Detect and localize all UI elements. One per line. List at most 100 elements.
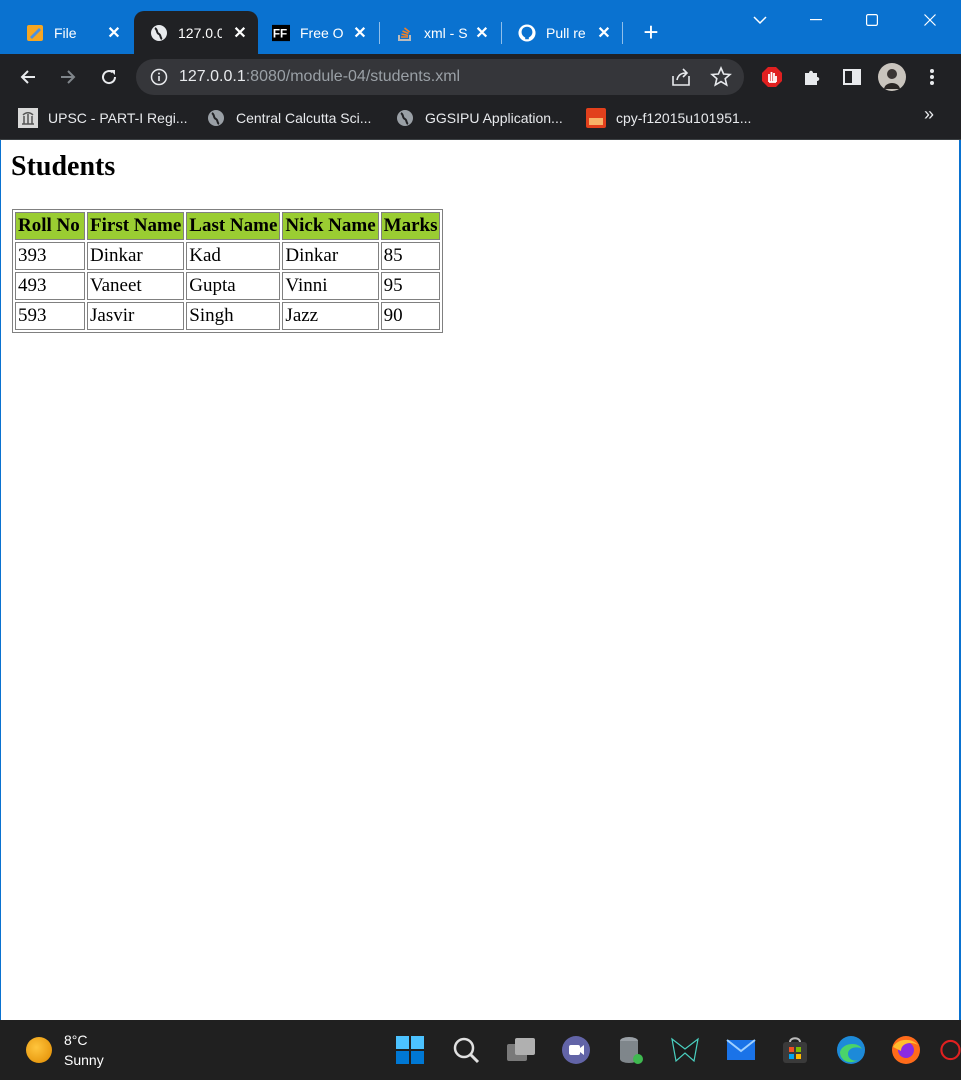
column-header-first-name: First Name	[87, 212, 185, 240]
table-row: 593 Jasvir Singh Jazz 90	[15, 302, 441, 330]
bookmarks-bar: UPSC - PART-I Regi... Central Calcutta S…	[0, 100, 961, 140]
bookmarks-overflow-chevron-icon[interactable]: »	[924, 104, 934, 125]
cell-nick-name: Dinkar	[282, 242, 379, 270]
cell-nick-name: Vinni	[282, 272, 379, 300]
ff-logo-icon: FF	[272, 24, 290, 42]
edge-icon[interactable]	[834, 1033, 868, 1067]
weather-condition: Sunny	[64, 1052, 104, 1068]
column-header-marks: Marks	[380, 212, 441, 240]
tab-file[interactable]: File ✕	[10, 11, 132, 54]
tab-active-localhost[interactable]: 127.0.0.1 ✕	[134, 11, 258, 54]
cell-last-name: Singh	[186, 302, 281, 330]
cell-last-name: Gupta	[186, 272, 281, 300]
stackoverflow-icon	[396, 24, 414, 42]
url-text[interactable]: 127.0.0.1:8080/module-04/students.xml	[179, 68, 460, 86]
firefox-icon[interactable]	[889, 1033, 923, 1067]
bookmark-label: GGSIPU Application...	[425, 110, 563, 126]
cell-nick-name: Jazz	[282, 302, 379, 330]
bookmark-label: cpy-f12015u101951...	[616, 110, 752, 126]
table-row: 393 Dinkar Kad Dinkar 85	[15, 242, 441, 270]
new-tab-button[interactable]: +	[638, 19, 664, 46]
svg-text:FF: FF	[273, 27, 287, 40]
page-content: Students Roll No First Name Last Name Ni…	[1, 140, 959, 1020]
close-icon[interactable]: ✕	[472, 23, 492, 43]
cell-roll-no: 593	[15, 302, 85, 330]
taskbar: 8°C Sunny	[0, 1020, 961, 1080]
minimize-icon[interactable]	[796, 8, 836, 32]
search-icon[interactable]	[449, 1033, 483, 1067]
cell-marks: 85	[380, 242, 441, 270]
tab-title: Free O	[300, 24, 344, 41]
close-icon[interactable]: ✕	[104, 23, 124, 43]
globe-icon	[395, 108, 415, 128]
cell-last-name: Kad	[186, 242, 281, 270]
maximize-icon[interactable]	[852, 8, 892, 32]
weather-widget[interactable]: 8°C Sunny	[26, 1030, 104, 1070]
side-panel-icon[interactable]	[840, 65, 864, 89]
bookmark-star-icon[interactable]	[710, 65, 732, 88]
weather-temp: 8°C	[64, 1032, 88, 1048]
cell-first-name: Vaneet	[87, 272, 185, 300]
tab-xml-stackoverflow[interactable]: xml - S ✕	[380, 11, 500, 54]
uptobox-icon	[586, 108, 606, 128]
task-view-icon[interactable]	[504, 1033, 538, 1067]
github-icon	[518, 23, 536, 42]
tab-separator	[622, 22, 623, 44]
close-window-icon[interactable]	[910, 8, 950, 32]
bookmark-upsc[interactable]: UPSC - PART-I Regi...	[18, 106, 188, 130]
windows-start-icon[interactable]	[393, 1033, 427, 1067]
back-arrow-icon[interactable]	[14, 63, 42, 91]
close-icon[interactable]: ✕	[350, 23, 370, 43]
url-path: :8080/module-04/students.xml	[245, 68, 461, 85]
address-bar[interactable]: 127.0.0.1:8080/module-04/students.xml	[136, 59, 744, 95]
store-icon[interactable]	[778, 1033, 812, 1067]
page-title: Students	[11, 151, 116, 182]
bookmark-central-calcutta[interactable]: Central Calcutta Sci...	[206, 106, 371, 130]
cell-marks: 95	[380, 272, 441, 300]
adblock-extension-icon[interactable]	[760, 65, 784, 89]
cut-off-app-icon[interactable]	[940, 1033, 961, 1067]
emblem-icon	[18, 108, 38, 128]
close-icon[interactable]: ✕	[230, 23, 250, 43]
menu-kebab-icon[interactable]	[920, 65, 944, 89]
url-host: 127.0.0.1	[179, 68, 246, 85]
cell-roll-no: 493	[15, 272, 85, 300]
cell-first-name: Jasvir	[87, 302, 185, 330]
browser-toolbar: 127.0.0.1:8080/module-04/students.xml	[0, 54, 961, 100]
column-header-last-name: Last Name	[186, 212, 281, 240]
table-header-row: Roll No First Name Last Name Nick Name M…	[15, 212, 441, 240]
reload-icon[interactable]	[95, 63, 123, 91]
bookmark-ggsipu[interactable]: GGSIPU Application...	[395, 106, 563, 130]
info-icon[interactable]	[150, 68, 168, 86]
notepad-icon	[26, 24, 44, 42]
predator-app-icon[interactable]	[668, 1033, 702, 1067]
profile-avatar[interactable]	[878, 63, 906, 91]
column-header-nick-name: Nick Name	[282, 212, 379, 240]
cell-first-name: Dinkar	[87, 242, 185, 270]
close-icon[interactable]: ✕	[594, 23, 614, 43]
teams-chat-icon[interactable]	[559, 1033, 593, 1067]
tab-search-chevron-icon[interactable]	[740, 8, 780, 32]
tab-title: Pull re	[546, 24, 586, 41]
tab-pull-request[interactable]: Pull re ✕	[502, 11, 622, 54]
students-table: Roll No First Name Last Name Nick Name M…	[12, 209, 444, 333]
tab-title: xml - S	[424, 24, 468, 41]
sun-icon	[26, 1037, 52, 1063]
tab-free-online[interactable]: FF Free O ✕	[256, 11, 378, 54]
cell-roll-no: 393	[15, 242, 85, 270]
table-row: 493 Vaneet Gupta Vinni 95	[15, 272, 441, 300]
tab-strip: File ✕ 127.0.0.1 ✕ FF Free O ✕ xml - S ✕…	[0, 0, 961, 54]
forward-arrow-icon[interactable]	[54, 63, 82, 91]
bookmark-label: UPSC - PART-I Regi...	[48, 110, 188, 126]
cell-marks: 90	[380, 302, 441, 330]
database-app-icon[interactable]	[614, 1033, 648, 1067]
column-header-roll-no: Roll No	[15, 212, 85, 240]
bookmark-uptobox[interactable]: cpy-f12015u101951...	[586, 106, 751, 130]
globe-icon	[206, 108, 226, 128]
share-icon[interactable]	[670, 67, 692, 87]
globe-icon	[150, 24, 168, 42]
bookmark-label: Central Calcutta Sci...	[236, 110, 372, 126]
tab-title: 127.0.0.1	[178, 24, 222, 41]
mail-icon[interactable]	[724, 1033, 758, 1067]
puzzle-icon[interactable]	[800, 65, 824, 89]
